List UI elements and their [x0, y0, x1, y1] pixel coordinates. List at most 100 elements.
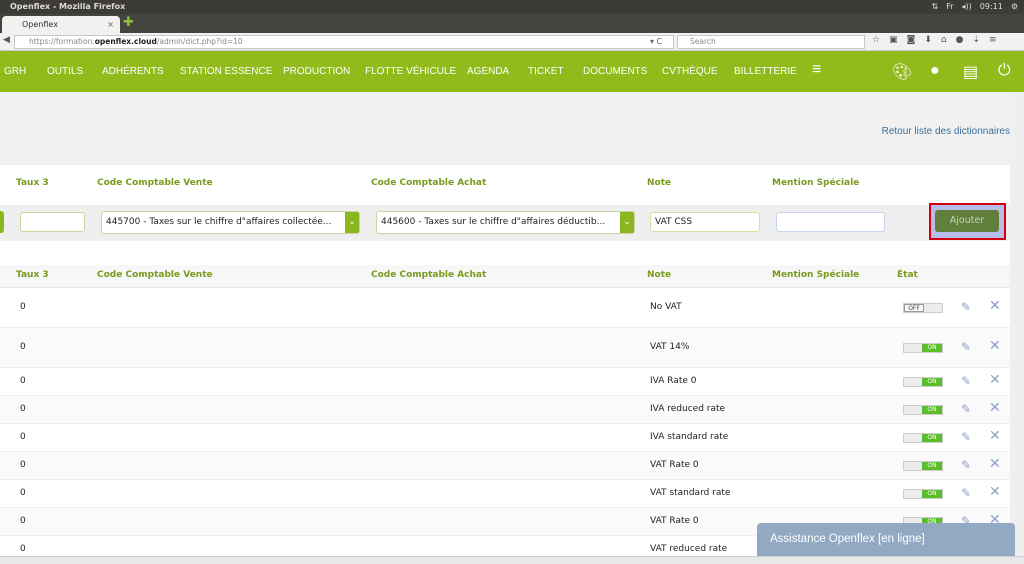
- download-icon[interactable]: ⬇: [924, 35, 932, 45]
- menu-icon[interactable]: ≡: [812, 61, 821, 79]
- edit-pencil-icon[interactable]: ✎: [961, 300, 971, 314]
- toggle-label: ON: [922, 378, 942, 386]
- nav-station-essence[interactable]: STATION ESSENCE: [180, 66, 272, 77]
- delete-x-icon[interactable]: ✕: [989, 428, 1001, 444]
- chevron-down-icon[interactable]: ⌄: [345, 212, 359, 233]
- cell-taux3: 0: [20, 342, 26, 352]
- page-gutter: [1010, 92, 1024, 564]
- clock: 09:11: [979, 2, 1003, 11]
- search-input[interactable]: Search: [677, 35, 865, 49]
- cell-note: VAT 14%: [650, 342, 690, 352]
- url-bar[interactable]: https://formation.openflex.cloud/admin/d…: [14, 35, 674, 49]
- edit-pencil-icon[interactable]: ✎: [961, 340, 971, 354]
- palette-icon[interactable]: 🎨︎: [892, 62, 912, 82]
- back-arrow-icon[interactable]: ◀: [3, 35, 10, 45]
- edit-pencil-icon[interactable]: ✎: [961, 458, 971, 472]
- state-toggle[interactable]: ON: [903, 433, 943, 443]
- th-mention: Mention Spéciale: [772, 270, 860, 280]
- nav-adherents[interactable]: ADHÉRENTS: [102, 66, 164, 77]
- table-row: 0 VAT Rate 0 ON ✎ ✕: [0, 452, 1010, 480]
- toggle-label: OFF: [904, 304, 924, 312]
- close-tab-icon[interactable]: ×: [107, 16, 114, 33]
- delete-x-icon[interactable]: ✕: [989, 372, 1001, 388]
- cca-select[interactable]: 445600 - Taxes sur le chiffre d"affaires…: [376, 211, 635, 234]
- edit-pencil-icon[interactable]: ✎: [961, 430, 971, 444]
- network-icon[interactable]: ⇅: [931, 0, 938, 14]
- delete-x-icon[interactable]: ✕: [989, 298, 1001, 314]
- delete-x-icon[interactable]: ✕: [989, 484, 1001, 500]
- ajouter-button[interactable]: Ajouter: [935, 210, 999, 232]
- note-input[interactable]: VAT CSS: [650, 212, 760, 232]
- volume-icon[interactable]: ◂)): [962, 0, 972, 14]
- nav-billetterie[interactable]: BILLETTERIE: [734, 66, 797, 77]
- nav-documents[interactable]: DOCUMENTS: [583, 66, 647, 77]
- print-icon[interactable]: ▤: [963, 62, 978, 82]
- power-icon[interactable]: ⏻: [998, 62, 1011, 80]
- edit-pencil-icon[interactable]: ✎: [961, 374, 971, 388]
- mention-input[interactable]: [776, 212, 885, 232]
- form-header-mention: Mention Spéciale: [772, 178, 860, 188]
- window-title: Openflex - Mozilla Firefox: [0, 0, 1024, 14]
- home-icon[interactable]: ⌂: [941, 35, 947, 45]
- delete-x-icon[interactable]: ✕: [989, 456, 1001, 472]
- table-row: 0 IVA standard rate ON ✎ ✕: [0, 424, 1010, 452]
- user-icon[interactable]: ●: [930, 62, 940, 80]
- th-ccv: Code Comptable Vente: [97, 270, 213, 280]
- clipboard-icon[interactable]: ▣: [889, 35, 898, 45]
- assistance-chat-button[interactable]: Assistance Openflex [en ligne]: [757, 523, 1015, 556]
- left-select-edge[interactable]: [0, 211, 4, 233]
- edit-pencil-icon[interactable]: ✎: [961, 486, 971, 500]
- taux3-input[interactable]: [20, 212, 85, 232]
- cell-taux3: 0: [20, 488, 26, 498]
- keyboard-layout[interactable]: Fr: [946, 0, 953, 14]
- tab-bar: [0, 14, 1024, 33]
- cca-select-value: 445600 - Taxes sur le chiffre d"affaires…: [381, 217, 606, 227]
- state-toggle[interactable]: ON: [903, 377, 943, 387]
- reload-icon[interactable]: ▾ C: [650, 35, 662, 49]
- delete-x-icon[interactable]: ✕: [989, 338, 1001, 354]
- back-to-dictionaries-link[interactable]: Retour liste des dictionnaires: [882, 126, 1010, 137]
- cell-note: VAT Rate 0: [650, 516, 699, 526]
- ccv-select-value: 445700 - Taxes sur le chiffre d"affaires…: [106, 217, 332, 227]
- edit-pencil-icon[interactable]: ✎: [961, 402, 971, 416]
- url-domain: openflex.cloud: [94, 37, 157, 46]
- state-toggle[interactable]: ON: [903, 489, 943, 499]
- state-toggle[interactable]: ON: [903, 343, 943, 353]
- chat-icon[interactable]: ●: [956, 35, 964, 45]
- nav-flotte-vehicule[interactable]: FLOTTE VÉHICULE: [365, 66, 456, 77]
- delete-x-icon[interactable]: ✕: [989, 400, 1001, 416]
- toggle-label: ON: [922, 462, 942, 470]
- bookmark-icon[interactable]: ☆: [872, 35, 880, 45]
- cell-note: No VAT: [650, 302, 682, 312]
- th-etat: État: [897, 270, 918, 280]
- cell-note: VAT Rate 0: [650, 460, 699, 470]
- ccv-select[interactable]: 445700 - Taxes sur le chiffre d"affaires…: [101, 211, 360, 234]
- nav-agenda[interactable]: AGENDA: [467, 66, 509, 77]
- system-tray: ⇅ Fr ◂)) 09:11 ⚙: [931, 0, 1018, 14]
- nav-grh[interactable]: GRH: [4, 66, 26, 77]
- form-header-taux3: Taux 3: [16, 178, 49, 188]
- cell-taux3: 0: [20, 544, 26, 554]
- nav-cvtheque[interactable]: CVTHÈQUE: [662, 66, 718, 77]
- state-toggle[interactable]: ON: [903, 405, 943, 415]
- cell-taux3: 0: [20, 460, 26, 470]
- url-path: /admin/dict.php?id=10: [156, 37, 243, 46]
- nav-production[interactable]: PRODUCTION: [283, 66, 350, 77]
- nav-outils[interactable]: OUTILS: [47, 66, 83, 77]
- nav-ticket[interactable]: TICKET: [528, 66, 564, 77]
- browser-toolbar-icons: ☆ ▣ ◙ ⬇ ⌂ ● ⇣ ≡: [872, 35, 997, 45]
- state-toggle[interactable]: OFF: [903, 303, 943, 313]
- browser-tab[interactable]: Openflex ×: [2, 16, 120, 33]
- hamburger-menu-icon[interactable]: ≡: [989, 35, 997, 45]
- cell-note: VAT standard rate: [650, 488, 731, 498]
- toggle-label: ON: [922, 344, 942, 352]
- horizontal-scrollbar[interactable]: [0, 556, 1024, 564]
- new-tab-button[interactable]: ✚: [123, 15, 134, 30]
- table-row: 0 VAT standard rate ON ✎ ✕: [0, 480, 1010, 508]
- chevron-down-icon[interactable]: ⌄: [620, 212, 634, 233]
- downloads-icon[interactable]: ⇣: [972, 35, 980, 45]
- cell-note: IVA reduced rate: [650, 404, 726, 414]
- pocket-icon[interactable]: ◙: [907, 35, 916, 45]
- settings-icon[interactable]: ⚙: [1011, 0, 1018, 14]
- state-toggle[interactable]: ON: [903, 461, 943, 471]
